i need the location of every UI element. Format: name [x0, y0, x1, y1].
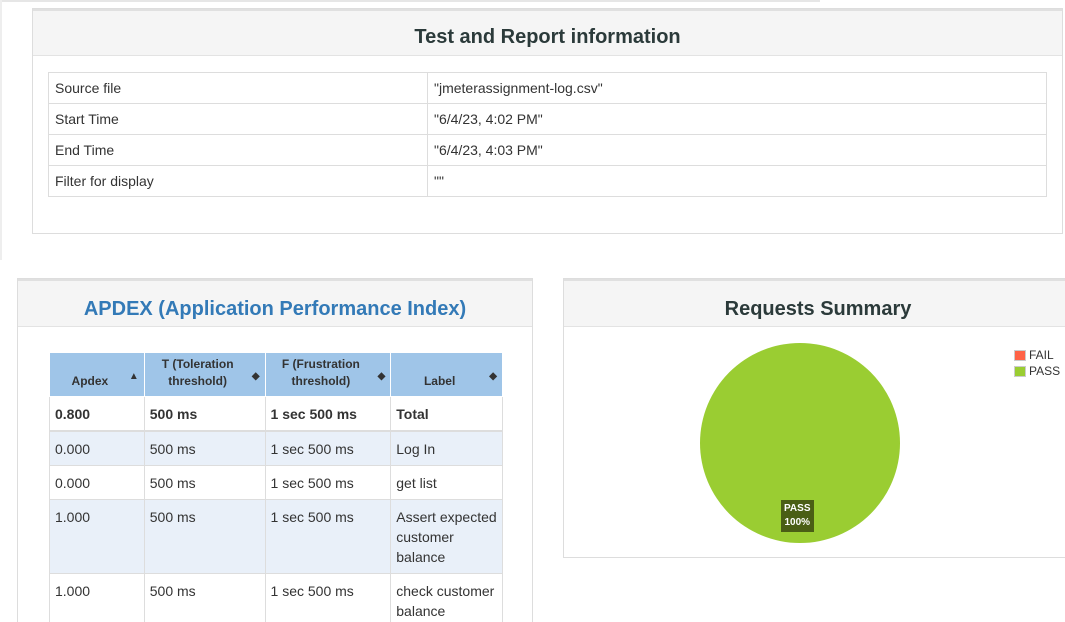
label-value: Total	[390, 396, 503, 432]
top-divider	[0, 0, 820, 2]
legend-item-fail[interactable]: FAIL	[1014, 347, 1060, 363]
apdex-value: 1.000	[49, 573, 145, 622]
info-key: End Time	[48, 134, 428, 166]
label-value: check customer balance	[390, 573, 503, 622]
apdex-table: Apdex ▲ T (Toleration threshold) ◆ F (Fr…	[49, 352, 503, 622]
apdex-value: 1.000	[49, 499, 145, 574]
sort-ascending-icon: ▲	[128, 371, 139, 382]
info-key: Filter for display	[48, 165, 428, 197]
label-value: Log In	[390, 430, 503, 466]
frustration-value: 1 sec 500 ms	[264, 465, 392, 500]
info-value: ""	[427, 165, 1047, 197]
toleration-value: 500 ms	[143, 430, 266, 466]
table-row: 0.000 500 ms 1 sec 500 ms Log In	[49, 430, 503, 466]
apdex-value: 0.800	[49, 396, 145, 432]
info-value: "jmeterassignment-log.csv"	[427, 72, 1047, 104]
frustration-value: 1 sec 500 ms	[264, 499, 392, 574]
table-row: 0.000 500 ms 1 sec 500 ms get list	[49, 465, 503, 500]
report-info-table: Source file "jmeterassignment-log.csv" S…	[48, 72, 1047, 197]
apdex-value: 0.000	[49, 430, 145, 466]
pie-slice-label: PASS 100%	[781, 500, 814, 532]
toleration-column-header[interactable]: T (Toleration threshold) ◆	[143, 352, 266, 397]
requests-pie-chart	[700, 343, 900, 543]
legend-swatch-fail	[1014, 349, 1026, 361]
table-row: 1.000 500 ms 1 sec 500 ms check customer…	[49, 573, 503, 622]
label-column-header[interactable]: Label ◆	[390, 352, 503, 397]
label-value: Assert expected customer balance	[390, 499, 503, 574]
info-key: Source file	[48, 72, 428, 104]
toleration-header-line2: threshold)	[168, 374, 227, 388]
pie-label-name: PASS	[784, 503, 811, 514]
table-row: 1.000 500 ms 1 sec 500 ms Assert expecte…	[49, 499, 503, 574]
sort-both-icon: ◆	[489, 371, 497, 382]
frustration-value: 1 sec 500 ms	[264, 396, 392, 432]
toleration-value: 500 ms	[143, 573, 266, 622]
toleration-value: 500 ms	[143, 465, 266, 500]
toleration-value: 500 ms	[143, 396, 266, 432]
toleration-header-line1: T (Toleration	[161, 357, 234, 371]
info-row-filter: Filter for display ""	[48, 165, 1047, 197]
frustration-header-line2: threshold)	[291, 374, 351, 388]
toleration-value: 500 ms	[143, 499, 266, 574]
sort-both-icon: ◆	[251, 371, 260, 382]
requests-summary-title: Requests Summary	[564, 279, 1065, 327]
apdex-panel: APDEX (Application Performance Index) Ap…	[17, 278, 533, 622]
info-key: Start Time	[48, 103, 428, 135]
chart-legend: FAIL PASS	[1014, 347, 1060, 379]
apdex-total-row: 0.800 500 ms 1 sec 500 ms Total	[49, 396, 503, 432]
requests-summary-panel: Requests Summary PASS 100% FAIL PASS	[563, 278, 1065, 558]
label-header-label: Label	[423, 374, 456, 388]
info-row-end-time: End Time "6/4/23, 4:03 PM"	[48, 134, 1047, 166]
legend-label: PASS	[1029, 364, 1061, 378]
apdex-title: APDEX (Application Performance Index)	[18, 279, 532, 327]
legend-item-pass[interactable]: PASS	[1014, 363, 1060, 379]
frustration-header-line1: F (Frustration	[281, 357, 360, 371]
frustration-value: 1 sec 500 ms	[264, 430, 392, 466]
report-info-panel: Test and Report information Source file …	[32, 8, 1063, 234]
frustration-column-header[interactable]: F (Frustration threshold) ◆	[264, 352, 392, 397]
frustration-value: 1 sec 500 ms	[264, 573, 392, 622]
left-divider	[0, 0, 2, 260]
info-row-source-file: Source file "jmeterassignment-log.csv"	[48, 72, 1047, 104]
legend-swatch-pass	[1014, 365, 1026, 377]
label-value: get list	[390, 465, 503, 500]
apdex-header-label: Apdex	[71, 374, 109, 388]
info-value: "6/4/23, 4:03 PM"	[427, 134, 1047, 166]
apdex-value: 0.000	[49, 465, 145, 500]
info-row-start-time: Start Time "6/4/23, 4:02 PM"	[48, 103, 1047, 135]
legend-label: FAIL	[1029, 348, 1054, 362]
info-value: "6/4/23, 4:02 PM"	[427, 103, 1047, 135]
sort-both-icon: ◆	[377, 371, 386, 382]
apdex-column-header[interactable]: Apdex ▲	[49, 352, 145, 397]
report-info-title: Test and Report information	[33, 9, 1062, 56]
pie-label-percent: 100%	[784, 517, 811, 528]
